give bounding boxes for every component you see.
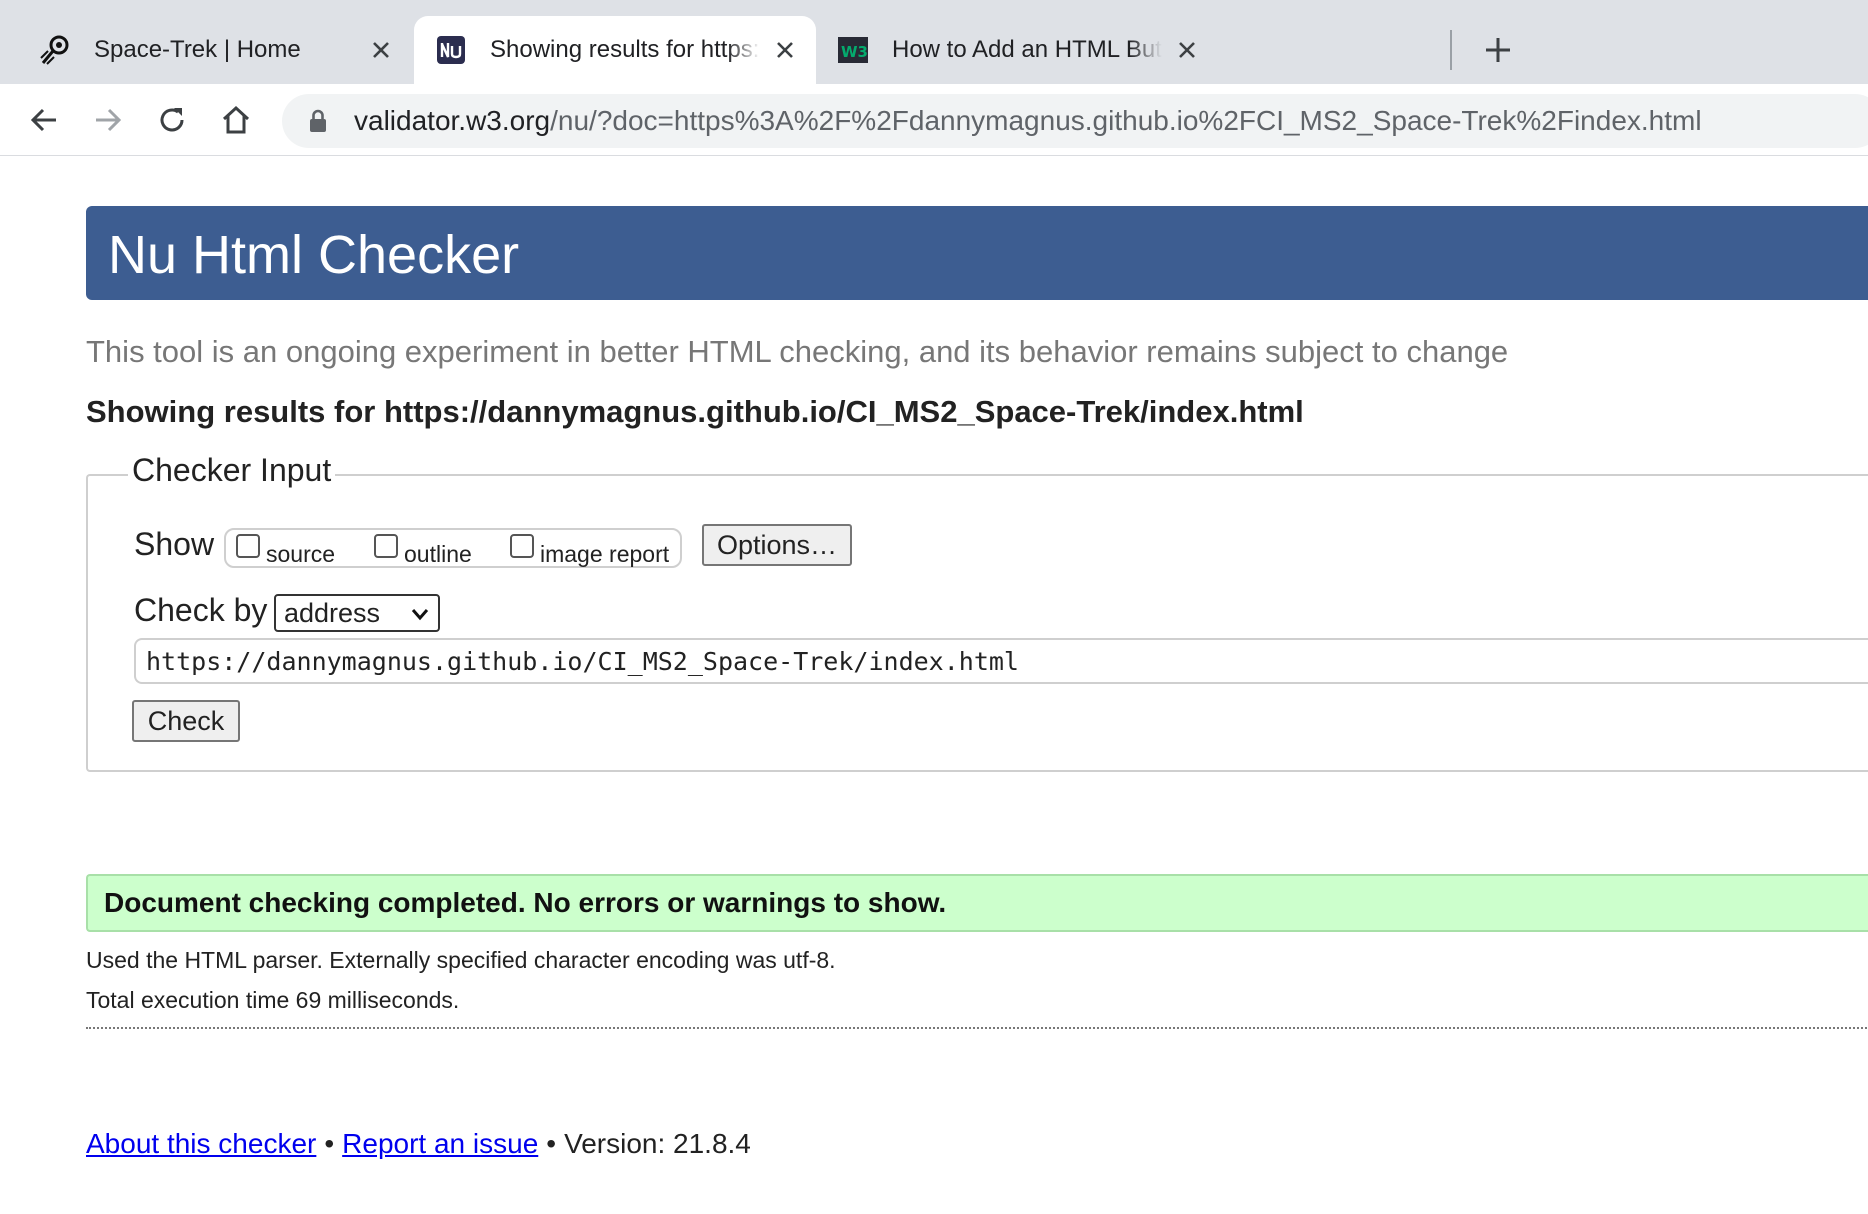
- w3schools-icon: W3: [836, 33, 870, 67]
- close-icon[interactable]: [1172, 35, 1202, 65]
- arrow-left-icon: [30, 108, 56, 132]
- reload-icon: [160, 108, 184, 132]
- footer-separator: •: [546, 1128, 557, 1159]
- header-banner: Nu Html Checker: [86, 206, 1868, 300]
- parser-info: Used the HTML parser. Externally specifi…: [86, 947, 836, 973]
- forward-button[interactable]: [88, 100, 128, 140]
- arrow-right-icon: [96, 108, 122, 132]
- rocket-icon: [38, 33, 72, 67]
- home-icon: [222, 105, 250, 134]
- plus-icon: [1486, 38, 1510, 62]
- nu-checker-icon: [434, 33, 468, 67]
- tab-space-trek[interactable]: Space-Trek | Home: [0, 16, 412, 84]
- close-icon[interactable]: [770, 35, 800, 65]
- url-path: /nu/?doc=https%3A%2F%2Fdannymagnus.githu…: [550, 105, 1702, 136]
- execution-time: Total execution time 69 milliseconds.: [86, 987, 460, 1013]
- checkbox-box[interactable]: [236, 534, 260, 558]
- url-host: validator.w3.org: [354, 105, 551, 136]
- checkbox-label: source: [266, 541, 336, 567]
- checker-input-fieldset: Checker Input Show source outline image …: [86, 452, 1868, 772]
- checkbox-box[interactable]: [510, 534, 534, 558]
- tool-description: This tool is an ongoing experiment in be…: [86, 334, 1509, 369]
- tab-title: Showing results for https://dannymagnus.…: [490, 36, 760, 63]
- document-address-input[interactable]: https://dannymagnus.github.io/CI_MS2_Spa…: [134, 638, 1868, 684]
- source-checkbox[interactable]: source: [236, 534, 335, 566]
- svg-text:W3: W3: [841, 43, 868, 61]
- checkbox-label: outline: [404, 541, 472, 567]
- fieldset-legend: Checker Input: [128, 452, 336, 489]
- back-button[interactable]: [24, 100, 64, 140]
- tab-nu-checker[interactable]: Showing results for https://dannymagnus.…: [414, 16, 816, 84]
- footer-separator: •: [324, 1128, 335, 1159]
- close-icon[interactable]: [366, 35, 396, 65]
- tab-separator: [1450, 30, 1452, 70]
- tab-strip: Space-Trek | Home Showing results for ht…: [0, 0, 1868, 84]
- select-value: address: [284, 597, 381, 628]
- checkbox-label: image report: [540, 541, 670, 567]
- reload-button[interactable]: [152, 100, 192, 140]
- tab-title: Space-Trek | Home: [94, 36, 301, 63]
- check-button[interactable]: Check: [132, 700, 240, 742]
- show-label: Show: [134, 526, 215, 562]
- options-button[interactable]: Options…: [702, 524, 852, 566]
- page-footer: About this checker • Report an issue • V…: [86, 1128, 751, 1160]
- result-success-message: Document checking completed. No errors o…: [86, 874, 1868, 932]
- page-title: Nu Html Checker: [108, 225, 520, 285]
- check-by-label: Check by: [134, 592, 268, 628]
- chevron-down-icon: [411, 609, 429, 621]
- check-by-select[interactable]: address: [274, 594, 440, 632]
- tab-w3schools[interactable]: W3 How to Add an HTML Button that Acts L…: [816, 16, 1218, 84]
- home-button[interactable]: [216, 100, 256, 140]
- version-text: Version: 21.8.4: [564, 1128, 751, 1159]
- new-tab-button[interactable]: [1478, 30, 1518, 70]
- report-issue-link[interactable]: Report an issue: [342, 1128, 538, 1160]
- about-checker-link[interactable]: About this checker: [86, 1128, 316, 1160]
- browser-toolbar: validator.w3.org/nu/?doc=https%3A%2F%2Fd…: [0, 84, 1868, 156]
- lock-icon: [306, 107, 330, 135]
- dotted-divider: [86, 1027, 1868, 1029]
- tab-title: How to Add an HTML Button that Acts Like…: [892, 36, 1162, 63]
- show-options-group: source outline image report: [224, 528, 682, 568]
- address-url: validator.w3.org/nu/?doc=https%3A%2F%2Fd…: [354, 105, 1702, 137]
- checkbox-box[interactable]: [374, 534, 398, 558]
- outline-checkbox[interactable]: outline: [374, 534, 472, 566]
- results-heading: Showing results for https://dannymagnus.…: [86, 394, 1304, 429]
- address-bar[interactable]: validator.w3.org/nu/?doc=https%3A%2F%2Fd…: [282, 94, 1868, 148]
- image-report-checkbox[interactable]: image report: [510, 534, 669, 566]
